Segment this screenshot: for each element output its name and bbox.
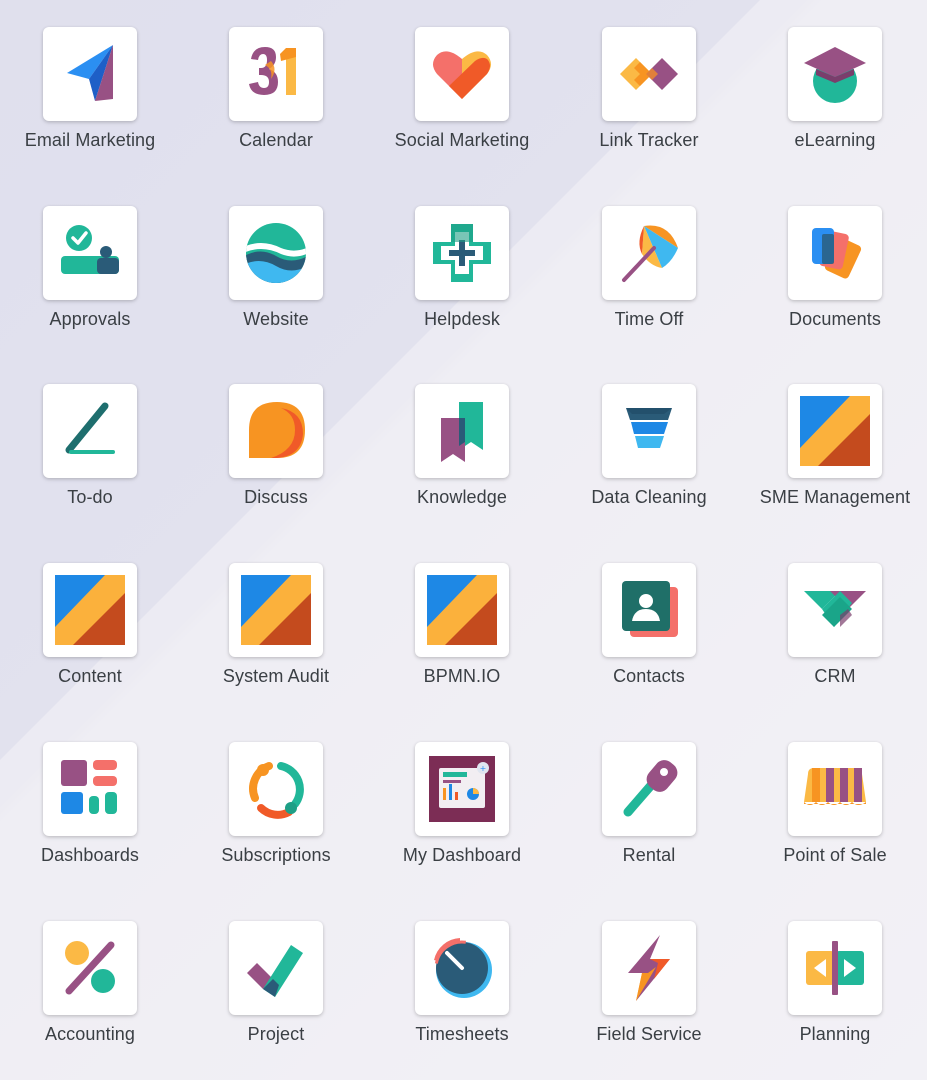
app-social-marketing[interactable]: Social Marketing (369, 0, 555, 170)
app-bpmn-io[interactable]: BPMN.IO (369, 536, 555, 706)
app-label: Planning (799, 1024, 871, 1044)
dashboards-icon (61, 760, 117, 814)
timesheets-icon (434, 938, 492, 998)
app-label: To-do (67, 487, 113, 507)
contacts-icon (622, 581, 678, 637)
app-label: Calendar (239, 130, 313, 150)
app-data-cleaning[interactable]: Data Cleaning (556, 357, 742, 527)
app-email-marketing[interactable]: Email Marketing (0, 0, 183, 170)
social-marketing-icon (433, 51, 491, 99)
project-icon (247, 945, 303, 997)
app-label: Content (58, 666, 122, 686)
app-label: Approvals (49, 309, 131, 329)
rental-icon (623, 760, 678, 817)
app-label: Documents (789, 309, 881, 329)
app-label: Dashboards (40, 845, 140, 865)
website-icon (246, 223, 306, 283)
app-field-service[interactable]: Field Service (556, 894, 742, 1064)
app-crm[interactable]: CRM (742, 536, 927, 706)
app-grid: Email Marketing Calendar Social Marketin… (0, 0, 927, 1080)
app-elearning[interactable]: eLearning (742, 0, 927, 170)
app-label: Time Off (614, 309, 684, 329)
my-dashboard-icon: + (429, 756, 495, 822)
email-marketing-icon (67, 45, 113, 101)
app-label: Subscriptions (221, 845, 331, 865)
app-label: Accounting (44, 1024, 136, 1044)
app-label: CRM (814, 666, 856, 686)
app-subscriptions[interactable]: Subscriptions (183, 715, 369, 885)
app-contacts[interactable]: Contacts (556, 536, 742, 706)
app-documents[interactable]: Documents (742, 179, 927, 349)
documents-icon (812, 228, 862, 279)
app-discuss[interactable]: Discuss (183, 357, 369, 527)
bpmn-io-icon (427, 575, 497, 645)
app-project[interactable]: Project (183, 894, 369, 1064)
app-my-dashboard[interactable]: + My Dashboard (369, 715, 555, 885)
app-todo[interactable]: To-do (0, 357, 183, 527)
app-helpdesk[interactable]: Helpdesk (369, 179, 555, 349)
app-knowledge[interactable]: Knowledge (369, 357, 555, 527)
app-label: Point of Sale (783, 845, 887, 865)
approvals-icon (61, 225, 119, 274)
calendar-icon (249, 47, 296, 95)
app-accounting[interactable]: Accounting (0, 894, 183, 1064)
app-label: BPMN.IO (423, 666, 501, 686)
app-label: My Dashboard (402, 845, 522, 865)
content-icon (55, 575, 125, 645)
app-label: Field Service (596, 1024, 702, 1044)
app-time-off[interactable]: Time Off (556, 179, 742, 349)
app-system-audit[interactable]: System Audit (183, 536, 369, 706)
app-label: Data Cleaning (591, 487, 707, 507)
app-label: Helpdesk (424, 309, 500, 329)
app-label: Contacts (613, 666, 685, 686)
app-content[interactable]: Content (0, 536, 183, 706)
app-label: Rental (622, 845, 676, 865)
app-label: System Audit (222, 666, 330, 686)
time-off-icon (622, 225, 678, 282)
app-timesheets[interactable]: Timesheets (369, 894, 555, 1064)
app-rental[interactable]: Rental (556, 715, 742, 885)
app-calendar[interactable]: Calendar (183, 0, 369, 170)
accounting-icon (65, 941, 115, 995)
app-label: Email Marketing (24, 130, 156, 150)
point-of-sale-icon (804, 768, 866, 805)
knowledge-icon (441, 402, 483, 462)
app-label: Discuss (244, 487, 308, 507)
data-cleaning-icon (626, 408, 672, 448)
app-label: Knowledge (417, 487, 507, 507)
app-label: Social Marketing (394, 130, 530, 150)
app-approvals[interactable]: Approvals (0, 179, 183, 349)
svg-text:+: + (480, 764, 487, 773)
app-website[interactable]: Website (183, 179, 369, 349)
app-point-of-sale[interactable]: Point of Sale (742, 715, 927, 885)
app-label: Timesheets (415, 1024, 509, 1044)
app-label: Website (243, 309, 309, 329)
subscriptions-icon (249, 762, 304, 819)
app-label: Project (247, 1024, 305, 1044)
crm-icon (804, 591, 866, 627)
field-service-icon (628, 935, 670, 1001)
app-link-tracker[interactable]: Link Tracker (556, 0, 742, 170)
link-tracker-icon (620, 58, 678, 90)
app-label: Link Tracker (599, 130, 699, 150)
discuss-icon (249, 402, 305, 458)
app-dashboards[interactable]: Dashboards (0, 715, 183, 885)
app-sme-management[interactable]: SME Management (742, 357, 927, 527)
planning-icon (806, 941, 864, 995)
sme-management-icon (800, 396, 870, 466)
helpdesk-icon (433, 224, 491, 282)
elearning-icon (804, 47, 866, 103)
app-label: eLearning (794, 130, 876, 150)
app-label: SME Management (759, 487, 911, 507)
app-planning[interactable]: Planning (742, 894, 927, 1064)
todo-icon (65, 402, 115, 454)
system-audit-icon (241, 575, 311, 645)
